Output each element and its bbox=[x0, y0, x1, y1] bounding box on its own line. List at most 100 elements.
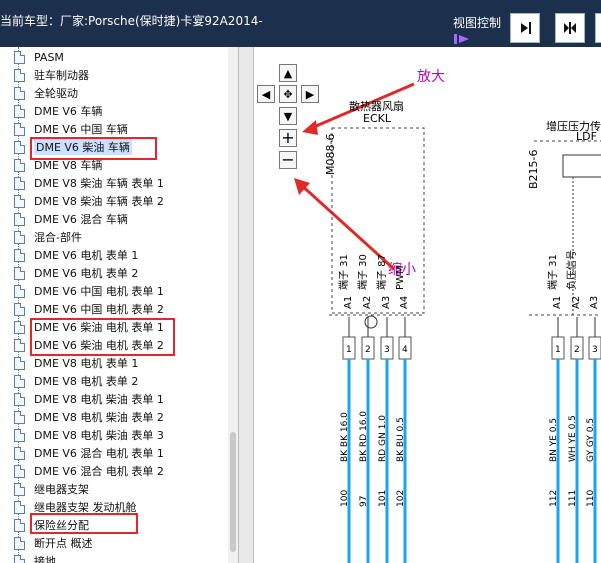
right-wire-number: 110 bbox=[586, 490, 596, 507]
document-icon bbox=[14, 266, 25, 280]
right-wire-label: BN YE 0.5 bbox=[549, 418, 559, 462]
left-connector-number: 2 bbox=[365, 345, 371, 355]
tree-item[interactable]: DME V6 车辆 bbox=[14, 102, 102, 120]
left-connector-number: 3 bbox=[384, 345, 390, 355]
document-icon bbox=[14, 554, 25, 563]
tree-item-label: 接地 bbox=[34, 555, 56, 563]
view-mode-icon[interactable] bbox=[452, 31, 474, 45]
tree-item[interactable]: 接地 bbox=[14, 552, 56, 563]
tree-item[interactable]: DME V6 中国 电机 表单 1 bbox=[14, 282, 164, 300]
tree-item-label: DME V8 电机 柴油 表单 1 bbox=[34, 393, 164, 406]
tree-item[interactable]: DME V6 中国 电机 表单 2 bbox=[14, 300, 164, 318]
document-icon bbox=[14, 338, 25, 352]
document-icon bbox=[14, 320, 25, 334]
tree-item[interactable]: DME V6 电机 表单 1 bbox=[14, 246, 138, 264]
document-icon bbox=[14, 410, 25, 424]
tree-item[interactable]: DME V8 柴油 车辆 表单 1 bbox=[14, 174, 164, 192]
tree-item[interactable]: DME V8 柴油 车辆 表单 2 bbox=[14, 192, 164, 210]
sidebar-scroll-thumb[interactable] bbox=[230, 432, 236, 552]
left-connector-number: 4 bbox=[402, 345, 408, 355]
tree-item-label: DME V8 电机 表单 1 bbox=[34, 357, 139, 370]
pins-left-group: 端子 31 A1 1 BK BK 16.0 100 端子 30 A2 2 BK RD 16.0 9… bbox=[337, 254, 412, 563]
pins-right-group: 端子 31 A1 1 BN YE 0.5 112 负压信号 A2 2 WH YE 0.5 111 A… bbox=[546, 250, 601, 563]
tree-item[interactable]: DME V8 电机 表单 2 bbox=[14, 372, 138, 390]
tree-item[interactable]: DME V6 混合 车辆 bbox=[14, 210, 128, 228]
tree-item-label: DME V6 混合 电机 表单 1 bbox=[34, 447, 164, 460]
tree-item[interactable]: 混合-部件 bbox=[14, 228, 82, 246]
right-pin-id: A1 bbox=[552, 296, 563, 309]
more-view-button[interactable] bbox=[595, 13, 601, 43]
tree-item[interactable]: DME V6 中国 车辆 bbox=[14, 120, 128, 138]
left-wire-label: BK BK 16.0 bbox=[340, 412, 350, 462]
fit-both-button[interactable] bbox=[555, 13, 585, 43]
tree-item-label: DME V6 中国 电机 表单 2 bbox=[34, 303, 164, 316]
tree-item[interactable]: DME V6 电机 表单 2 bbox=[14, 264, 138, 282]
tree-item[interactable]: PASM bbox=[14, 48, 64, 66]
wiring-diagram-canvas[interactable]: ▲ ◀ ✥ ▶ ▼ + − 放大 缩小 散热器风扇 ECKL M088-6 增压… bbox=[254, 47, 601, 563]
left-pin-label: 端子 30 bbox=[356, 254, 369, 290]
document-icon bbox=[14, 374, 25, 388]
tree-item-label: 混合-部件 bbox=[34, 231, 82, 244]
panel-splitter[interactable] bbox=[238, 47, 254, 563]
highlight-box-v6-diesel-vehicle bbox=[30, 137, 157, 160]
tree-item[interactable]: DME V8 电机 柴油 表单 3 bbox=[14, 426, 164, 444]
tree-item-label: DME V6 电机 表单 1 bbox=[34, 249, 139, 262]
tree-item[interactable]: DME V6 混合 电机 表单 1 bbox=[14, 444, 164, 462]
document-icon bbox=[14, 104, 25, 118]
left-wire-label: BK BU 0.5 bbox=[396, 417, 406, 462]
tree-item-label: PASM bbox=[34, 50, 64, 64]
document-icon bbox=[14, 500, 25, 514]
tree-item[interactable]: DME V8 电机 柴油 表单 1 bbox=[14, 390, 164, 408]
component-1-name: 散热器风扇 bbox=[349, 99, 404, 113]
right-wire-number: 111 bbox=[568, 490, 578, 507]
tree-item[interactable]: 驻车制动器 bbox=[14, 66, 89, 84]
document-icon bbox=[14, 446, 25, 460]
right-connector-number: 2 bbox=[574, 345, 580, 355]
left-pin-label: PWM bbox=[395, 265, 406, 290]
zoom-in-arrowhead bbox=[302, 120, 318, 135]
document-icon bbox=[14, 248, 25, 262]
highlight-box-v6-diesel-motor bbox=[30, 318, 175, 356]
document-icon bbox=[14, 230, 25, 244]
sensor-symbol bbox=[562, 154, 601, 178]
vehicle-title: 当前车型：厂家:Porsche(保时捷)卡宴92A2014- bbox=[0, 14, 263, 28]
tree-item[interactable]: 继电器支架 bbox=[14, 480, 89, 498]
fit-right-button[interactable] bbox=[510, 13, 540, 43]
wiring-diagram: 散热器风扇 ECKL M088-6 增压压力传 LDF B215-6 端子 31… bbox=[294, 82, 601, 563]
document-icon bbox=[14, 428, 25, 442]
left-pin-label: 端子 31 bbox=[337, 254, 350, 290]
tree-item-label: DME V6 车辆 bbox=[34, 105, 103, 118]
tree-item[interactable]: 断开点 概述 bbox=[14, 534, 93, 552]
left-pin-id: A3 bbox=[381, 296, 392, 309]
component-1-id: M088-6 bbox=[324, 134, 337, 175]
right-pin-label: 端子 31 bbox=[546, 254, 559, 290]
document-icon bbox=[14, 194, 25, 208]
right-pin-label: 负压信号 bbox=[565, 250, 578, 290]
tree-item-label: DME V8 柴油 车辆 表单 2 bbox=[34, 195, 164, 208]
right-pin-id: A2 bbox=[571, 296, 582, 309]
document-icon bbox=[14, 140, 25, 154]
right-wire-number: 112 bbox=[549, 490, 559, 507]
document-icon bbox=[14, 68, 25, 82]
left-wire-label: BK RD 16.0 bbox=[359, 411, 369, 462]
tree-item-label: DME V8 电机 柴油 表单 2 bbox=[34, 411, 164, 424]
document-icon bbox=[14, 122, 25, 136]
tree-item[interactable]: DME V8 电机 柴油 表单 2 bbox=[14, 408, 164, 426]
left-wire-number: 101 bbox=[378, 490, 388, 507]
document-icon bbox=[14, 158, 25, 172]
left-wire-number: 100 bbox=[340, 490, 350, 507]
tree-item-label: 继电器支架 bbox=[34, 483, 89, 496]
document-icon bbox=[14, 212, 25, 226]
tree-item[interactable]: 全轮驱动 bbox=[14, 84, 78, 102]
left-wire-label: RD GN 1.0 bbox=[378, 415, 388, 462]
document-icon bbox=[14, 86, 25, 100]
document-icon bbox=[14, 464, 25, 478]
tree-item[interactable]: DME V8 电机 表单 1 bbox=[14, 354, 138, 372]
left-connector-number: 1 bbox=[346, 345, 352, 355]
left-pin-id: A1 bbox=[343, 296, 354, 309]
component-2-code: LDF bbox=[576, 130, 597, 143]
component-2-id: B215-6 bbox=[527, 149, 540, 189]
tree-item-label: 全轮驱动 bbox=[34, 87, 78, 100]
expand-horizontal-icon bbox=[564, 22, 576, 34]
tree-item[interactable]: DME V6 混合 电机 表单 2 bbox=[14, 462, 164, 480]
